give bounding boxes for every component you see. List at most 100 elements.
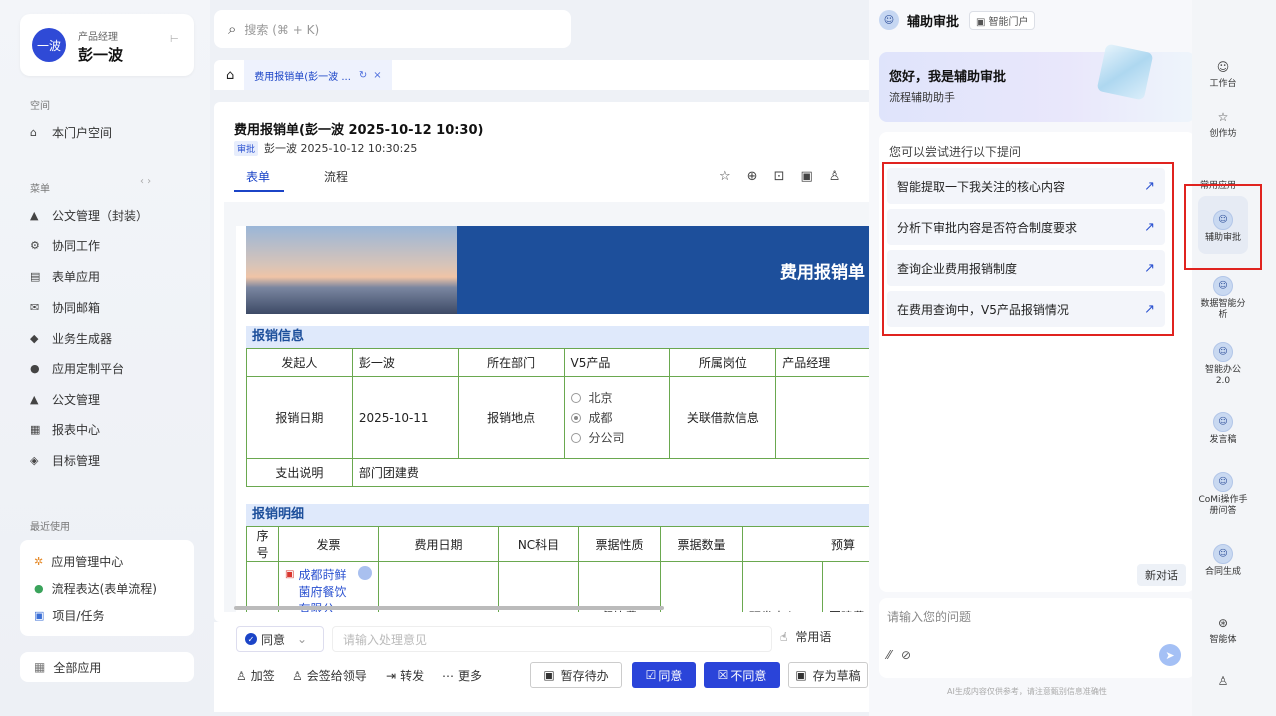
tab-form[interactable]: 表单: [246, 168, 270, 185]
rail-app-contract[interactable]: ☺ 合同生成: [1192, 544, 1254, 578]
value-initiator[interactable]: 彭一波: [351, 348, 459, 377]
nav-portal-space[interactable]: ⌂ 本门户空间: [30, 122, 112, 142]
user-icon: ♙: [1217, 674, 1229, 688]
home-icon: ⌂: [30, 125, 37, 139]
invoice-ai-icon[interactable]: [358, 566, 372, 580]
send-button[interactable]: ➤: [1159, 644, 1181, 666]
rail-profile[interactable]: ♙: [1192, 672, 1254, 693]
nav-item-3[interactable]: ✉ 协同邮箱: [30, 297, 100, 317]
menu-section-title: 菜单: [30, 184, 50, 195]
close-tab-icon[interactable]: ×: [373, 70, 381, 81]
form-banner-title: 费用报销单: [780, 263, 865, 283]
save-pending-button[interactable]: ▣ 暂存待办: [530, 662, 622, 688]
print-icon[interactable]: ▣: [800, 169, 812, 184]
avatar[interactable]: 一波: [32, 28, 66, 62]
all-apps-button[interactable]: ▦ 全部应用: [20, 652, 194, 682]
value-date[interactable]: 2025-10-11: [351, 376, 459, 459]
more-icon: ⋯: [442, 668, 454, 683]
add-icon[interactable]: ⊕: [747, 169, 758, 184]
refresh-icon[interactable]: ↻: [359, 70, 367, 81]
col-header: 票据数量: [660, 526, 743, 562]
nav-item-7[interactable]: ▦ 报表中心: [30, 419, 100, 439]
rail-workbench[interactable]: ☺ 工作台: [1192, 58, 1254, 90]
home-tab-icon[interactable]: ⌂: [226, 68, 234, 83]
rail-app-speech[interactable]: ☺ 发言稿: [1192, 412, 1254, 446]
forward-button[interactable]: ⇥ 转发: [386, 667, 424, 684]
recent-item-0[interactable]: ✲ 应用管理中心: [34, 552, 123, 570]
suggestion-item-0[interactable]: 智能提取一下我关注的核心内容 ↗: [887, 168, 1165, 204]
value-department[interactable]: V5产品: [563, 348, 671, 377]
reject-button[interactable]: ☒ 不同意: [704, 662, 780, 688]
opinion-select[interactable]: ✓ 同意 ⌄: [236, 626, 324, 652]
rail-agent[interactable]: ⊛ 智能体: [1192, 614, 1254, 646]
stamp-icon: ▲: [30, 208, 39, 222]
stamp-icon: ▲: [30, 392, 39, 406]
opinion-input[interactable]: 请输入处理意见: [332, 626, 772, 652]
user-icon: ♙: [292, 668, 303, 683]
question-input[interactable]: 请输入您的问题 ⁄⁄ ⊘ ➤: [879, 598, 1195, 678]
cell-invoice[interactable]: ▣成都莳鲜菌府餐饮有限公: [278, 561, 379, 612]
radio-branch[interactable]: 分公司: [570, 428, 664, 448]
table-row[interactable]: 1 ▣成都莳鲜菌府餐饮有限公 2025-10-05 餐饮费 1 研发中心 团建费: [246, 561, 874, 612]
user-card[interactable]: 一波 产品经理 彭一波 ⊢: [20, 14, 194, 76]
radio-chengdu[interactable]: 成都: [570, 408, 664, 428]
tab-expense-form[interactable]: 费用报销单(彭一波 ... ↻ ×: [244, 60, 392, 90]
rail-workshop[interactable]: ☆ 创作坊: [1192, 108, 1254, 140]
rail-app-data-analysis[interactable]: ☺ 数据智能分析: [1192, 276, 1254, 321]
common-phrases-button[interactable]: ☝ 常用语: [780, 628, 831, 645]
star-icon[interactable]: ☆: [719, 169, 731, 184]
label-date: 报销日期: [246, 376, 353, 459]
approve-button[interactable]: ☑ 同意: [632, 662, 696, 688]
rail-app-manual-qa[interactable]: ☺ CoMi操作手册问答: [1192, 472, 1254, 517]
more-button[interactable]: ⋯ 更多: [442, 667, 482, 684]
forward-icon: ⇥: [386, 668, 397, 683]
mail-icon: ✉: [30, 300, 40, 314]
collapse-sidebar-icon[interactable]: ⊢: [170, 34, 179, 45]
label-department: 所在部门: [457, 348, 565, 377]
magic-wand-icon[interactable]: ⁄⁄: [887, 648, 891, 662]
recent-item-1[interactable]: ● 流程表达(表单流程): [34, 579, 157, 597]
recent-item-2[interactable]: ▣ 项目/任务: [34, 606, 104, 624]
smart-portal-button[interactable]: ▣ 智能门户: [969, 10, 1036, 30]
space-section-title: 空间: [30, 101, 50, 112]
action-bar: ✓ 同意 ⌄ 请输入处理意见 ☝ 常用语 ♙ 加签 ♙ 会签给领导 ⇥ 转发 ⋯ 更多 ▣ 暂存…: [214, 622, 874, 712]
nav-item-2[interactable]: ▤ 表单应用: [30, 266, 100, 286]
suggestion-box: 您可以尝试进行以下提问 智能提取一下我关注的核心内容 ↗ 分析下审批内容是否符合制…: [879, 132, 1195, 592]
nav-item-6[interactable]: ▲ 公文管理: [30, 389, 100, 409]
suggestion-item-1[interactable]: 分析下审批内容是否符合制度要求 ↗: [887, 209, 1165, 245]
countersign-button[interactable]: ♙ 会签给领导: [292, 667, 367, 684]
attachment-icon[interactable]: ⊘: [901, 648, 911, 662]
nav-item-8[interactable]: ◈ 目标管理: [30, 450, 100, 470]
sidebar: 一波 产品经理 彭一波 ⊢ 空间 ⌂ 本门户空间 菜单 ‹ › ▲ 公文管理（封装）…: [0, 0, 210, 716]
value-position[interactable]: 产品经理: [775, 348, 874, 377]
users-icon[interactable]: ♙: [829, 169, 841, 184]
radio-beijing[interactable]: 北京: [570, 388, 664, 408]
label-initiator: 发起人: [246, 348, 353, 377]
nav-item-0[interactable]: ▲ 公文管理（封装）: [30, 205, 148, 225]
save-draft-button[interactable]: ▣ 存为草稿: [788, 662, 868, 688]
nav-item-5[interactable]: ● 应用定制平台: [30, 358, 124, 378]
tab-process[interactable]: 流程: [324, 168, 348, 185]
cell-nc: [498, 561, 579, 612]
section-expense-detail: 报销明细: [246, 504, 874, 526]
suggestion-item-3[interactable]: 在费用查询中，V5产品报销情况 ↗: [887, 291, 1165, 327]
archive-icon[interactable]: ⊡: [774, 169, 785, 184]
search-input[interactable]: ⌕ 搜索 (⌘ + K): [214, 10, 571, 48]
nav-item-1[interactable]: ⚙ 协同工作: [30, 235, 100, 255]
value-desc[interactable]: 部门团建费: [351, 458, 874, 487]
search-icon: ⌕: [228, 20, 237, 38]
rail-app-smart-office[interactable]: ☺ 智能办公2.0: [1192, 342, 1254, 387]
rail-app-assist-approval[interactable]: ☺ 辅助审批: [1192, 210, 1254, 244]
project-icon: ▣: [34, 608, 45, 622]
tab-bar: ⌂ 费用报销单(彭一波 ... ↻ ×: [214, 60, 874, 90]
add-sign-button[interactable]: ♙ 加签: [236, 667, 275, 684]
agent-icon: ⊛: [1217, 616, 1229, 630]
value-loan[interactable]: [775, 376, 874, 459]
reject-icon: ☒: [717, 668, 729, 682]
nav-item-4[interactable]: ◆ 业务生成器: [30, 328, 112, 348]
suggestion-item-2[interactable]: 查询企业费用报销制度 ↗: [887, 250, 1165, 286]
menu-pager[interactable]: ‹ ›: [140, 176, 151, 187]
horizontal-scrollbar[interactable]: [234, 606, 664, 610]
label-loan: 关联借款信息: [669, 376, 777, 459]
new-chat-button[interactable]: 新对话: [1137, 564, 1186, 586]
